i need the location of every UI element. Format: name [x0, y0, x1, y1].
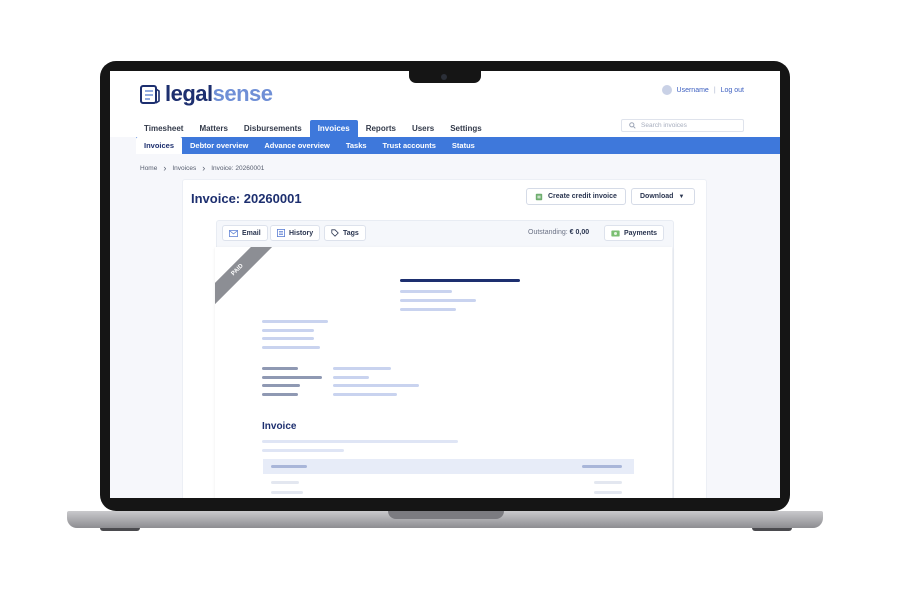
breadcrumb-current: Invoice: 20260001: [211, 164, 265, 172]
document-heading: Invoice: [262, 421, 297, 432]
username-link[interactable]: Username: [677, 87, 709, 94]
outstanding-label: Outstanding:: [528, 229, 568, 236]
nav-settings[interactable]: Settings: [442, 120, 490, 137]
credit-invoice-icon: [535, 193, 543, 200]
nav-matters[interactable]: Matters: [191, 120, 235, 137]
doc-label: [262, 367, 298, 370]
logo-text-part1: legal: [165, 81, 213, 106]
camera-icon: [441, 74, 447, 80]
doc-value: [333, 393, 397, 396]
breadcrumb-home[interactable]: Home: [140, 165, 157, 172]
doc-table-header-cell: [582, 465, 622, 468]
history-label: History: [289, 229, 314, 237]
doc-table-header: [263, 459, 634, 474]
doc-table-cell: [594, 491, 622, 494]
nav-users[interactable]: Users: [404, 120, 442, 137]
doc-line: [262, 449, 344, 452]
doc-line: [400, 308, 456, 311]
outstanding-value: € 0,00: [569, 229, 590, 236]
doc-line: [400, 299, 476, 302]
history-button[interactable]: History: [270, 225, 321, 241]
doc-value: [333, 367, 391, 370]
subnav-debtor-overview[interactable]: Debtor overview: [182, 137, 256, 154]
email-button[interactable]: Email: [222, 225, 268, 241]
main-nav: Timesheet Matters Disbursements Invoices…: [136, 120, 490, 137]
logout-link[interactable]: Log out: [721, 87, 744, 94]
laptop-base-notch: [388, 511, 504, 519]
envelope-icon: [229, 229, 238, 237]
doc-line: [262, 320, 328, 323]
subnav-status[interactable]: Status: [444, 137, 483, 154]
money-icon: [611, 230, 620, 236]
doc-line: [262, 329, 314, 332]
doc-label: [262, 376, 322, 379]
chevron-right-icon: ›: [163, 163, 167, 173]
chevron-down-icon: ▼: [678, 193, 685, 200]
doc-table-cell: [271, 491, 303, 494]
doc-line: [262, 346, 320, 349]
nav-disbursements[interactable]: Disbursements: [236, 120, 310, 137]
doc-line: [400, 279, 520, 282]
doc-value: [333, 384, 419, 387]
subnav-trust-accounts[interactable]: Trust accounts: [375, 137, 444, 154]
user-menu: Username | Log out: [661, 85, 744, 95]
create-credit-invoice-label: Create credit invoice: [548, 193, 617, 200]
doc-table-cell: [594, 481, 622, 484]
search-placeholder: Search invoices: [641, 122, 687, 129]
laptop-foot: [100, 528, 140, 531]
doc-table-header-cell: [271, 465, 307, 468]
nav-invoices[interactable]: Invoices: [309, 120, 358, 137]
doc-table-cell: [271, 481, 299, 484]
chevron-right-icon: ›: [202, 163, 206, 173]
breadcrumb: Home › Invoices › Invoice: 20260001: [140, 163, 264, 173]
user-avatar-icon: [661, 85, 672, 95]
download-button[interactable]: Download ▼: [631, 188, 695, 205]
logo-text: legalsense: [165, 81, 273, 107]
doc-label: [262, 384, 300, 387]
outstanding-amount: Outstanding: € 0,00: [528, 229, 589, 236]
doc-line: [262, 440, 458, 443]
nav-timesheet[interactable]: Timesheet: [136, 120, 191, 137]
search-icon: [629, 122, 636, 129]
paid-ribbon: PAID: [215, 247, 274, 307]
page-title: Invoice: 20260001: [191, 191, 302, 206]
app-screen: legalsense Username | Log out Timesheet …: [110, 71, 780, 498]
user-separator: |: [713, 86, 716, 94]
payments-button[interactable]: Payments: [604, 225, 665, 241]
logo-text-part2: sense: [212, 81, 273, 106]
logo[interactable]: legalsense: [139, 81, 273, 107]
breadcrumb-invoices[interactable]: Invoices: [172, 165, 196, 172]
subnav-tasks[interactable]: Tasks: [338, 137, 375, 154]
subnav-invoices[interactable]: Invoices: [136, 137, 183, 154]
email-label: Email: [242, 229, 261, 237]
search-input[interactable]: Search invoices: [621, 119, 744, 132]
doc-line: [262, 337, 314, 340]
laptop-foot: [752, 528, 792, 531]
tags-label: Tags: [343, 229, 359, 237]
create-credit-invoice-button[interactable]: Create credit invoice: [526, 188, 626, 205]
nav-reports[interactable]: Reports: [358, 120, 404, 137]
sub-nav: Invoices Debtor overview Advance overvie…: [136, 137, 780, 154]
subnav-advance-overview[interactable]: Advance overview: [256, 137, 337, 154]
logo-icon: [140, 85, 160, 104]
doc-line: [400, 290, 452, 293]
history-icon: [277, 229, 285, 237]
download-label: Download: [640, 193, 674, 200]
tag-icon: [331, 229, 339, 237]
tags-button[interactable]: Tags: [324, 225, 366, 241]
doc-label: [262, 393, 298, 396]
doc-value: [333, 376, 369, 379]
payments-label: Payments: [624, 229, 658, 237]
